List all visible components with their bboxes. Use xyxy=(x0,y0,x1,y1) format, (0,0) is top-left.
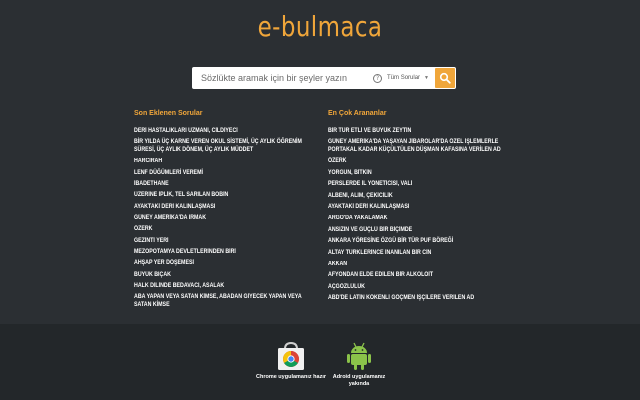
list-item[interactable]: ÜZERİNE İPLİK, TEL SARILAN BOBİN xyxy=(134,192,310,200)
chrome-app-label: Chrome uygulamanız hazır xyxy=(256,374,326,380)
list-item[interactable]: AÇGÖZLÜLÜK xyxy=(328,284,504,292)
list-item[interactable]: AYAKTAKİ DERİ KALINLAŞMASI xyxy=(328,204,504,212)
search-icon xyxy=(439,72,451,84)
list-item[interactable]: ÖZERK xyxy=(134,226,310,234)
list-item[interactable]: GÜNEY AMERİKA'DA IRMAK xyxy=(134,215,310,223)
list-item[interactable]: YORGUN, BİTKİN xyxy=(328,170,504,178)
list-item[interactable]: AKKAN xyxy=(328,261,504,269)
help-icon[interactable]: ? xyxy=(373,73,383,83)
android-app-link[interactable]: Adroid uygulamanız yakında xyxy=(324,340,394,387)
search-bar: ? Tüm Sorular ▼ xyxy=(192,67,456,89)
list-item[interactable]: ANSIZIN VE GÜÇLÜ BİR BİÇİMDE xyxy=(328,227,504,235)
list-item[interactable]: DERİ HASTALIKLARI UZMANI, CİLDİYECİ xyxy=(134,128,310,136)
list-item[interactable]: ALBENİ, ALIM, ÇEKİCİLİK xyxy=(328,193,504,201)
list-item[interactable]: ABA YAPAN VEYA SATAN KİMSE, ABADAN GİYEC… xyxy=(134,294,310,309)
search-button[interactable] xyxy=(435,68,455,88)
list-item[interactable]: AFYONDAN ELDE EDİLEN BİR ALKOLOİT xyxy=(328,272,504,280)
site-logo[interactable]: e-bulmaca xyxy=(58,10,583,43)
list-item[interactable]: LENF DÜĞÜMLERİ VEREMİ xyxy=(134,170,310,178)
list-item[interactable]: PERSLERDE İL YÖNETİCİSİ, VALİ xyxy=(328,181,504,189)
question-filter-dropdown[interactable]: Tüm Sorular ▼ xyxy=(387,67,435,89)
chrome-app-link[interactable]: Chrome uygulamanız hazır xyxy=(256,340,326,381)
list-item[interactable]: ANKARA YÖRESİNE ÖZGÜ BİR TÜR PUF BÖREĞİ xyxy=(328,238,504,246)
chrome-store-icon xyxy=(278,341,304,370)
list-item[interactable]: ABD'DE LATİN KÖKENLİ GÖÇMEN İŞÇİLERE VER… xyxy=(328,295,504,303)
search-input[interactable] xyxy=(192,67,374,89)
list-item[interactable]: ÖZERK xyxy=(328,158,504,166)
list-item[interactable]: BÜYÜK BIÇAK xyxy=(134,272,310,280)
list-item[interactable]: HARCIRAH xyxy=(134,158,310,166)
list-item[interactable]: ALTAY TÜRKLERİNCE İNANILAN BİR CİN xyxy=(328,250,504,258)
list-item[interactable]: ARGO'DA YAKALAMAK xyxy=(328,215,504,223)
list-item[interactable]: GEZİNTİ YERİ xyxy=(134,238,310,246)
list-item[interactable]: BİR YILDA ÜÇ KARNE VEREN OKUL SİSTEMİ, Ü… xyxy=(134,139,310,154)
recent-questions-list: DERİ HASTALIKLARI UZMANI, CİLDİYECİ BİR … xyxy=(134,128,324,313)
list-item[interactable]: AHŞAP YER DÖŞEMESİ xyxy=(134,260,310,268)
most-searched-title: En Çok Arananlar xyxy=(328,110,387,117)
list-item[interactable]: HALK DİLİNDE BEDAVACI, ASALAK xyxy=(134,283,310,291)
chevron-down-icon: ▼ xyxy=(424,75,429,81)
filter-label: Tüm Sorular xyxy=(387,75,421,81)
list-item[interactable]: AYAKTAKİ DERİ KALINLAŞMASI xyxy=(134,204,310,212)
android-icon xyxy=(347,342,371,370)
most-searched-list: BİR TÜR ETLİ VE BÜYÜK ZEYTİN GÜNEY AMERİ… xyxy=(328,128,518,306)
list-item[interactable]: İBADETHANE xyxy=(134,181,310,189)
android-app-label: Adroid uygulamanız yakında xyxy=(332,374,386,387)
list-item[interactable]: MEZOPOTAMYA DEVLETLERİNDEN BİRİ xyxy=(134,249,310,257)
recent-questions-title: Son Eklenen Sorular xyxy=(134,110,203,117)
list-item[interactable]: BİR TÜR ETLİ VE BÜYÜK ZEYTİN xyxy=(328,128,504,136)
list-item[interactable]: GÜNEY AMERİKA'DA YAŞAYAN JİBAROLAR'DA ÖZ… xyxy=(328,139,504,154)
